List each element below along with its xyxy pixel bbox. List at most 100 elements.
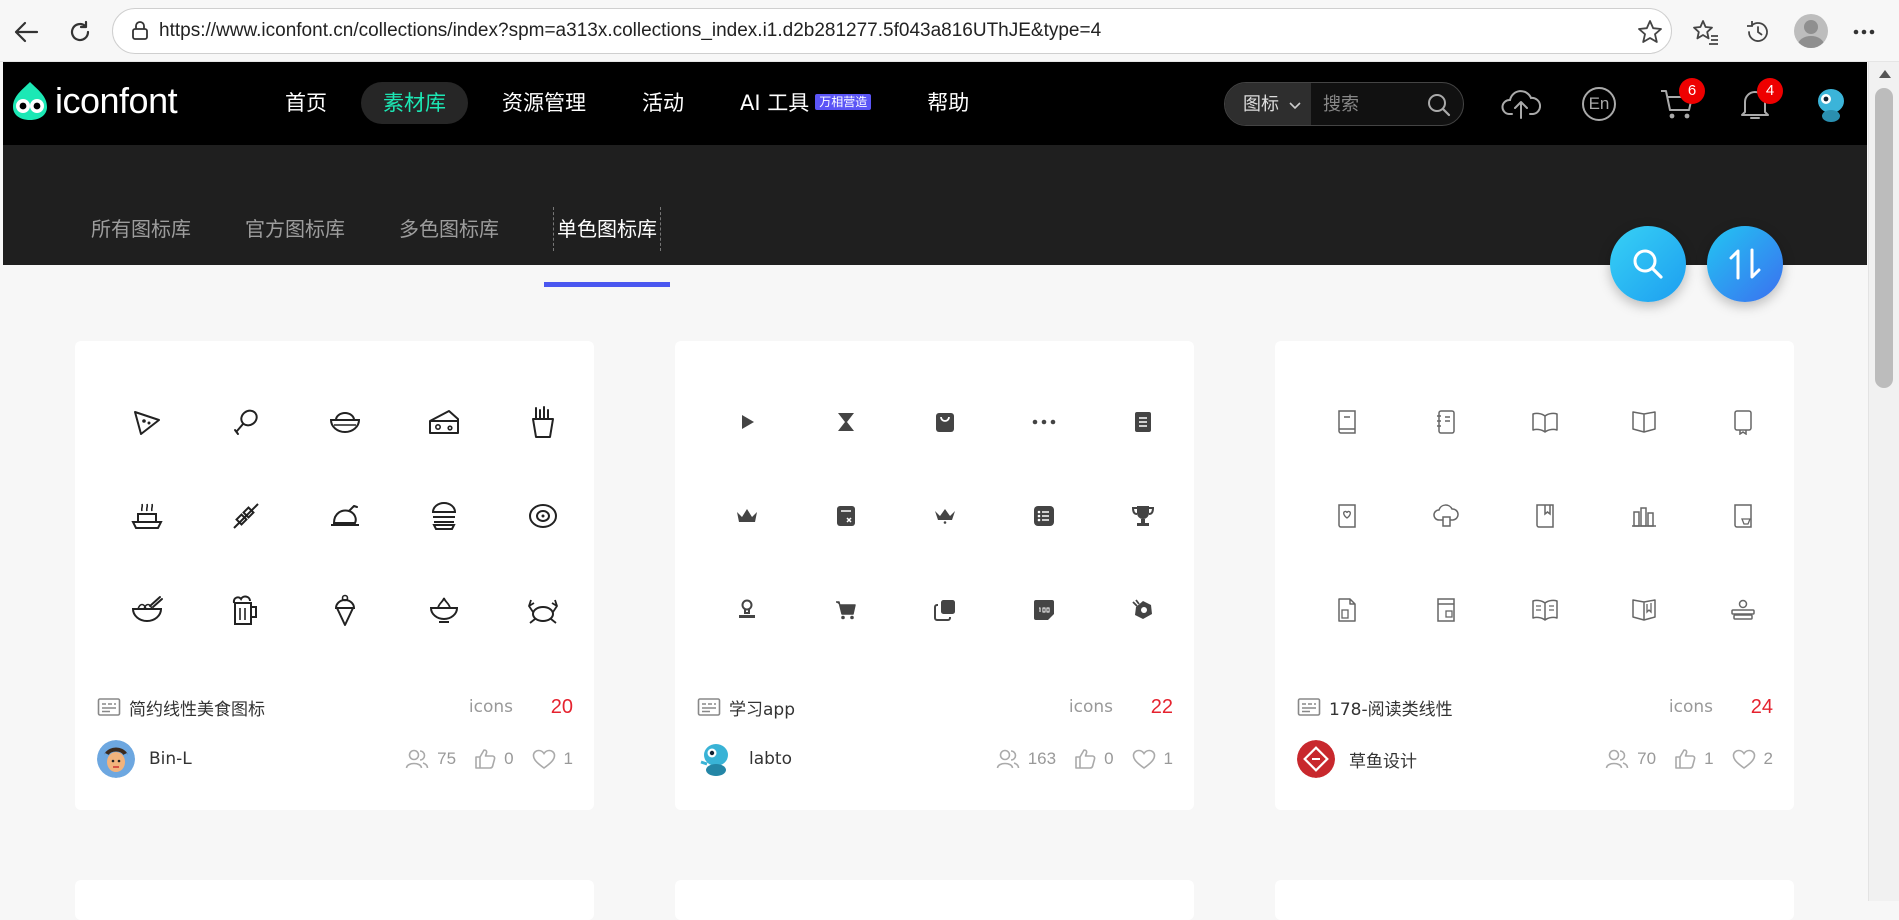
top-nav: 首页 素材库 资源管理 活动 AI 工具 万相营造 帮助 (263, 82, 1003, 124)
thumbs-up-icon (1675, 749, 1696, 769)
card-title[interactable]: 简约线性美食图标 (129, 695, 265, 720)
collection-card[interactable]: 178-阅读类线性 icons 24 草鱼设计 70 1 2 (1275, 341, 1794, 810)
nav-activities[interactable]: 活动 (620, 82, 706, 124)
icon-preview-grid (97, 375, 592, 657)
card-title[interactable]: 学习app (729, 695, 795, 720)
collection-card[interactable]: 简约线性美食图标 icons 20 Bin-L 75 0 1 (75, 341, 594, 810)
page-scrollbar[interactable] (1868, 62, 1899, 901)
ai-tools-badge: 万相营造 (815, 94, 872, 110)
avatar[interactable] (697, 740, 735, 778)
avatar[interactable] (97, 740, 135, 778)
card-title-row: 178-阅读类线性 icons 24 (1297, 693, 1773, 721)
mascot-avatar-icon (1818, 89, 1844, 122)
favorite-star-icon[interactable] (1637, 19, 1663, 49)
tab-all-libraries[interactable]: 所有图标库 (91, 207, 191, 251)
favorites-count: 1 (563, 749, 573, 768)
contributors-stat: 70 (1605, 748, 1656, 770)
crown-icon (697, 469, 796, 563)
nav-home[interactable]: 首页 (263, 82, 349, 124)
heart-icon (532, 749, 555, 769)
user-name[interactable]: labto (749, 749, 792, 769)
copy-icon (895, 563, 994, 657)
collection-card[interactable]: 学习app icons 22 labto 163 0 1 (675, 341, 1194, 810)
library-icon (97, 698, 121, 716)
play-icon (697, 375, 796, 469)
tab-monochrome-libraries[interactable]: 单色图标库 (544, 207, 670, 287)
icons-label: icons (1068, 697, 1113, 717)
url-text[interactable]: https://www.iconfont.cn/collections/inde… (159, 20, 1101, 42)
nav-help[interactable]: 帮助 (905, 82, 991, 124)
nav-resource-management[interactable]: 资源管理 (480, 82, 608, 124)
drumstick-icon (196, 375, 295, 469)
more-dots-icon (1853, 29, 1875, 35)
favorites-stat[interactable]: 1 (532, 749, 573, 769)
open-book-alt-icon (1594, 375, 1693, 469)
favorites-stat[interactable]: 2 (1732, 749, 1773, 769)
thumbs-up-icon (475, 749, 496, 769)
scroll-up-arrow-icon[interactable] (1879, 70, 1891, 78)
icons-count: 22 (1150, 695, 1173, 718)
nav-library[interactable]: 素材库 (361, 82, 468, 124)
lock-icon[interactable] (131, 21, 149, 45)
floating-search-button[interactable] (1610, 226, 1686, 302)
history-button[interactable] (1740, 14, 1776, 50)
more-menu-button[interactable] (1846, 14, 1882, 50)
iconfont-logo[interactable]: iconfont (9, 80, 178, 122)
card-title[interactable]: 178-阅读类线性 (1329, 695, 1453, 720)
back-arrow-icon (14, 21, 39, 43)
search-type-select[interactable]: 图标 (1225, 83, 1311, 125)
favorites-button[interactable] (1688, 14, 1724, 50)
reload-button[interactable] (62, 14, 98, 50)
floating-sort-button[interactable] (1707, 226, 1783, 302)
users-icon (405, 749, 429, 769)
profile-avatar[interactable] (1794, 14, 1828, 48)
user-name[interactable]: Bin-L (149, 749, 192, 769)
tab-official-libraries[interactable]: 官方图标库 (245, 207, 345, 251)
reader-icon (1693, 469, 1792, 563)
ebook-icon (1396, 563, 1495, 657)
library-tabs: 所有图标库 官方图标库 多色图标库 单色图标库 (91, 207, 715, 287)
contributors-stat: 75 (405, 748, 456, 770)
nav-ai-tools-label: AI 工具 (740, 91, 810, 115)
favorites-count: 2 (1763, 749, 1773, 768)
roast-chicken-icon (295, 469, 394, 563)
history-icon (1747, 21, 1768, 42)
user-avatar[interactable] (1809, 84, 1853, 124)
document-icon (1093, 375, 1192, 469)
users-icon (1605, 749, 1629, 769)
language-toggle[interactable]: En (1577, 84, 1621, 124)
file-book-icon (1297, 563, 1396, 657)
browser-toolbar: https://www.iconfont.cn/collections/inde… (0, 0, 1899, 62)
card-user-row: labto 163 0 1 (697, 739, 1173, 779)
trophy-icon (1093, 469, 1192, 563)
upload-button[interactable] (1499, 84, 1543, 124)
card-user-row: 草鱼设计 70 1 2 (1297, 739, 1773, 779)
nav-ai-tools[interactable]: AI 工具 万相营造 (718, 82, 893, 124)
likes-stat[interactable]: 0 (1074, 748, 1114, 770)
collection-card-partial[interactable] (675, 880, 1194, 920)
collection-card-partial[interactable] (75, 880, 594, 920)
address-bar[interactable]: https://www.iconfont.cn/collections/inde… (112, 8, 1672, 54)
cart-button[interactable]: 6 (1655, 78, 1705, 124)
notification-button[interactable]: 4 (1733, 78, 1783, 124)
search-input[interactable]: 搜索 (1323, 83, 1359, 125)
search-icon[interactable] (1427, 93, 1451, 121)
likes-stat[interactable]: 1 (1674, 748, 1714, 770)
scrollbar-thumb[interactable] (1875, 88, 1893, 388)
notification-count-badge: 4 (1757, 78, 1783, 104)
hourglass-icon (796, 375, 895, 469)
likes-stat[interactable]: 0 (474, 748, 514, 770)
user-name[interactable]: 草鱼设计 (1349, 747, 1417, 772)
avatar[interactable] (1297, 740, 1335, 778)
site-header: iconfont 首页 素材库 资源管理 活动 AI 工具 万相营造 帮助 图标 … (3, 62, 1867, 145)
fries-icon (493, 375, 592, 469)
back-button[interactable] (8, 14, 44, 50)
bag-icon (895, 375, 994, 469)
tab-multicolor-libraries[interactable]: 多色图标库 (399, 207, 499, 251)
icons-label: icons (468, 697, 513, 717)
library-tabs-band: 所有图标库 官方图标库 多色图标库 单色图标库 (3, 145, 1867, 287)
steak-icon (493, 469, 592, 563)
favorites-stat[interactable]: 1 (1132, 749, 1173, 769)
collection-card-partial[interactable] (1275, 880, 1794, 920)
reading-icon (1495, 563, 1594, 657)
